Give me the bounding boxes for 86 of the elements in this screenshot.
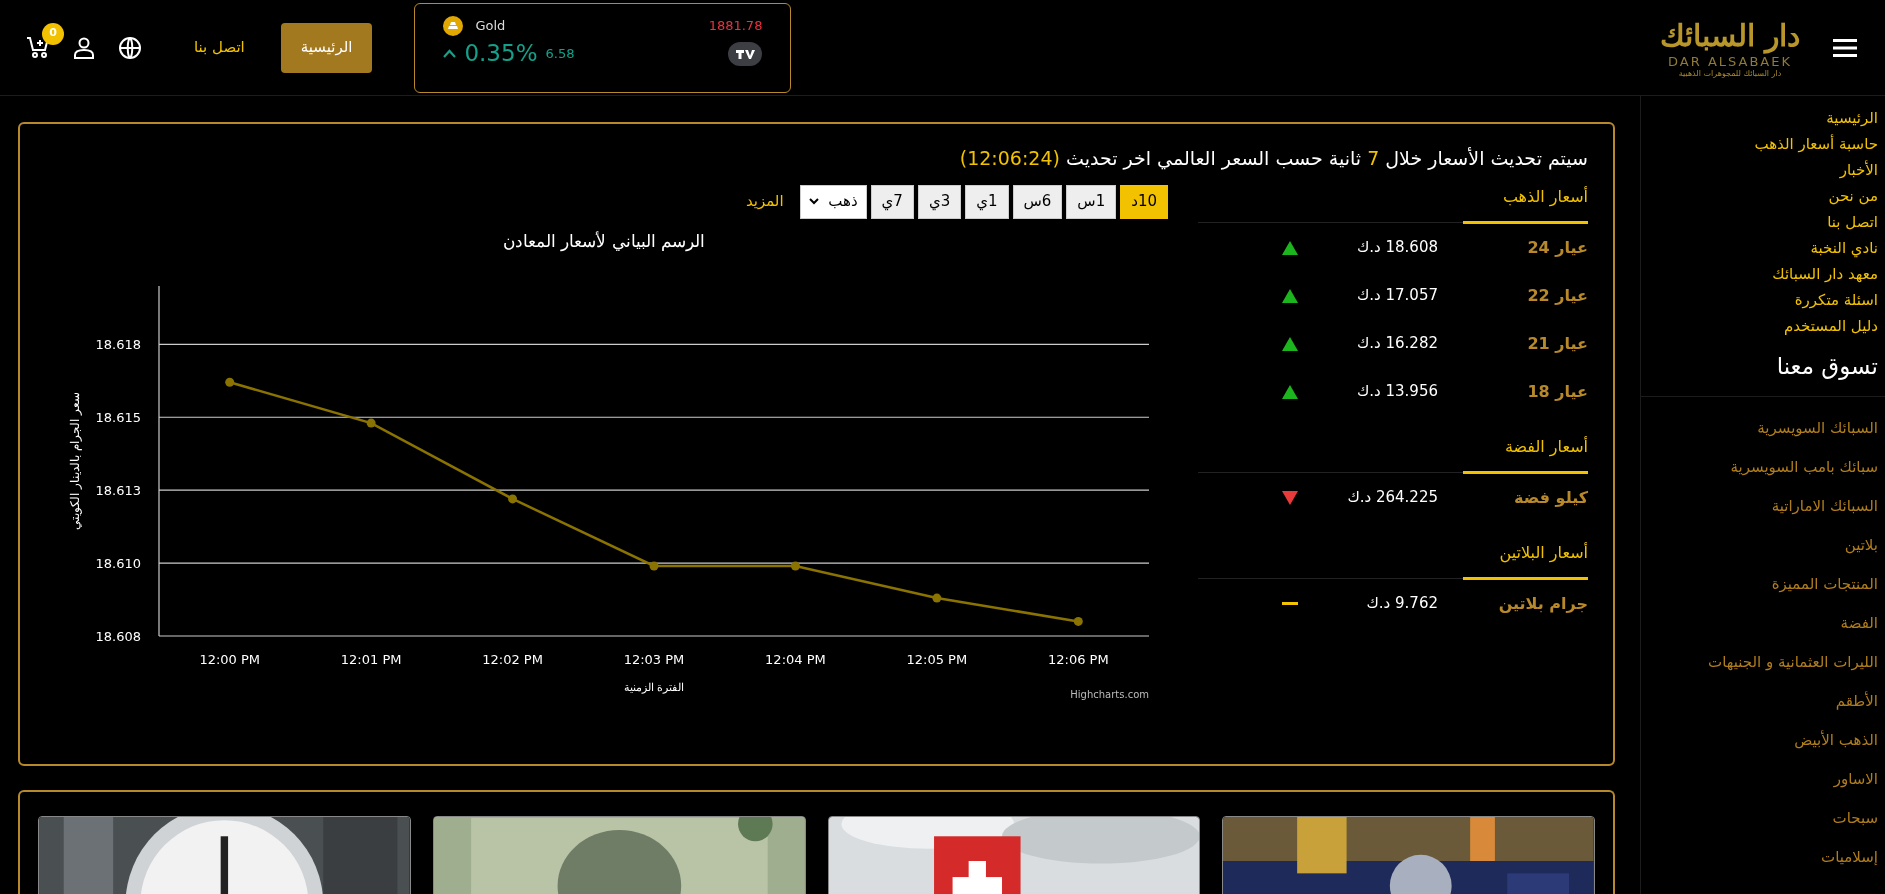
price-label: عيار 18 bbox=[1526, 380, 1588, 403]
shop-category-link[interactable]: إسلاميات bbox=[1821, 837, 1878, 877]
ticker-change-percent: 0.35% bbox=[464, 39, 538, 66]
cart-icon[interactable] bbox=[26, 34, 50, 59]
x-tick-label: 12:04 PM bbox=[765, 652, 826, 667]
price-label: جرام بلاتين bbox=[1497, 592, 1588, 615]
shop-category-link[interactable]: الاساور bbox=[1833, 759, 1878, 799]
data-point bbox=[225, 377, 235, 387]
price-value: 17.057 د.ك bbox=[1355, 285, 1438, 307]
price-value: 13.956 د.ك bbox=[1355, 381, 1438, 403]
sidebar-nav-link[interactable]: من نحن bbox=[1828, 183, 1878, 209]
nav-button[interactable]: الرئيسية bbox=[280, 22, 373, 73]
sidebar-nav-link[interactable]: معهد دار السبائك bbox=[1772, 261, 1878, 287]
shop-category-link[interactable]: الفضة bbox=[1840, 603, 1878, 643]
ingot-coin-icon bbox=[443, 15, 464, 36]
shop-heading: تسوق معنا bbox=[1641, 349, 1885, 397]
nav-button[interactable]: اتصل بنا bbox=[174, 22, 265, 73]
range-button[interactable]: 1ي bbox=[965, 184, 1009, 219]
data-point bbox=[649, 561, 659, 571]
globe-icon[interactable] bbox=[118, 35, 142, 60]
ticker-widget[interactable]: Gold 1881.78 0.35% 6.58 bbox=[414, 2, 792, 93]
section-title: أسعار البلاتين bbox=[1463, 540, 1588, 580]
price-label: عيار 22 bbox=[1526, 284, 1588, 307]
data-point bbox=[1073, 616, 1083, 626]
data-point bbox=[932, 593, 942, 603]
price-label: عيار 21 bbox=[1526, 332, 1588, 355]
ticker-price: 1881.78 bbox=[708, 16, 763, 35]
y-tick-label: 18.618 bbox=[95, 337, 141, 353]
sidebar-nav-link[interactable]: حاسبة أسعار الذهب bbox=[1754, 131, 1878, 157]
menu-icon[interactable] bbox=[1833, 38, 1857, 57]
x-tick-label: 12:00 PM bbox=[199, 652, 261, 667]
price-label: كيلو فضة bbox=[1513, 486, 1588, 509]
chart-credit: Highcharts.com bbox=[1070, 689, 1149, 700]
sidebar-nav-link[interactable]: نادي النخبة bbox=[1810, 235, 1878, 261]
logo-title: دار السبائك bbox=[1659, 16, 1801, 55]
chart-logo-icon bbox=[728, 41, 763, 66]
metal-select[interactable]: ذهب bbox=[799, 184, 867, 219]
shop-category-link[interactable]: بلاتين bbox=[1844, 525, 1878, 565]
logo-tagline: دار السبائك للمجوهرات الذهبية bbox=[1678, 68, 1782, 79]
logo-latin: DAR ALSABAEK bbox=[1668, 54, 1792, 69]
shop-category-link[interactable]: السبائك الاماراتية bbox=[1771, 486, 1878, 526]
x-tick-label: 12:06 PM bbox=[1047, 652, 1109, 667]
chart-title: الرسم البياني لأسعار المعادن bbox=[502, 229, 706, 253]
cart-count-badge: 0 bbox=[42, 22, 64, 45]
data-point bbox=[790, 561, 800, 571]
sidebar-nav-link[interactable]: دليل المستخدم bbox=[1783, 313, 1878, 339]
sidebar-nav-link[interactable]: اتصل بنا bbox=[1827, 209, 1878, 235]
price-value: 18.608 د.ك bbox=[1355, 237, 1438, 259]
x-tick-label: 12:03 PM bbox=[623, 652, 685, 667]
price-value: 264.225 د.ك bbox=[1346, 487, 1438, 509]
sidebar-nav-link[interactable]: الرئيسية bbox=[1826, 105, 1878, 131]
shop-category-link[interactable]: الأطقم bbox=[1835, 681, 1878, 721]
price-label: عيار 24 bbox=[1526, 236, 1588, 259]
shop-category-link[interactable]: سبحات bbox=[1832, 798, 1878, 838]
range-button[interactable]: 3ي bbox=[917, 184, 962, 219]
x-axis-label: الفترة الزمنية bbox=[623, 681, 685, 694]
more-link[interactable]: المزيد bbox=[745, 190, 784, 213]
chevron-down-icon bbox=[808, 198, 819, 205]
range-button[interactable]: 10د bbox=[1120, 184, 1168, 219]
sidebar-nav-link[interactable]: الأخبار bbox=[1839, 157, 1878, 183]
range-button[interactable]: 6س bbox=[1012, 184, 1063, 219]
range-button[interactable]: 1س bbox=[1066, 184, 1117, 219]
y-tick-label: 18.615 bbox=[95, 410, 141, 426]
section-title: أسعار الذهب bbox=[1463, 184, 1588, 224]
price-value: 9.762 د.ك bbox=[1365, 593, 1438, 615]
data-point bbox=[508, 494, 518, 504]
shop-category-link[interactable]: سبائك بامب السويسرية bbox=[1730, 447, 1878, 487]
section-title: أسعار الفضة bbox=[1463, 434, 1588, 474]
ticker-symbol: Gold bbox=[475, 16, 506, 35]
price-value: 16.282 د.ك bbox=[1355, 333, 1438, 355]
ticker-change: 6.58 bbox=[545, 45, 575, 63]
range-button[interactable]: 7ي bbox=[870, 184, 914, 219]
y-tick-label: 18.610 bbox=[95, 556, 141, 572]
data-point bbox=[366, 418, 376, 428]
shop-category-link[interactable]: الليرات العثمانية و الجنيهات bbox=[1708, 642, 1878, 682]
sidebar-nav-link[interactable]: اسئلة متكررة bbox=[1794, 287, 1878, 313]
shop-category-link[interactable]: السبائك السويسرية bbox=[1757, 408, 1878, 448]
user-icon[interactable] bbox=[74, 36, 94, 59]
shop-category-link[interactable]: المنتجات المميزة bbox=[1771, 564, 1878, 604]
x-tick-label: 12:01 PM bbox=[340, 652, 402, 667]
shop-category-link[interactable]: الذهب الأبيض bbox=[1794, 720, 1878, 760]
x-tick-label: 12:05 PM bbox=[906, 652, 968, 667]
y-tick-label: 18.613 bbox=[95, 483, 141, 499]
y-axis-label: سعر الجرام بالدينار الكويتي bbox=[68, 392, 82, 530]
x-tick-label: 12:02 PM bbox=[482, 652, 543, 667]
y-tick-label: 18.608 bbox=[95, 629, 141, 644]
